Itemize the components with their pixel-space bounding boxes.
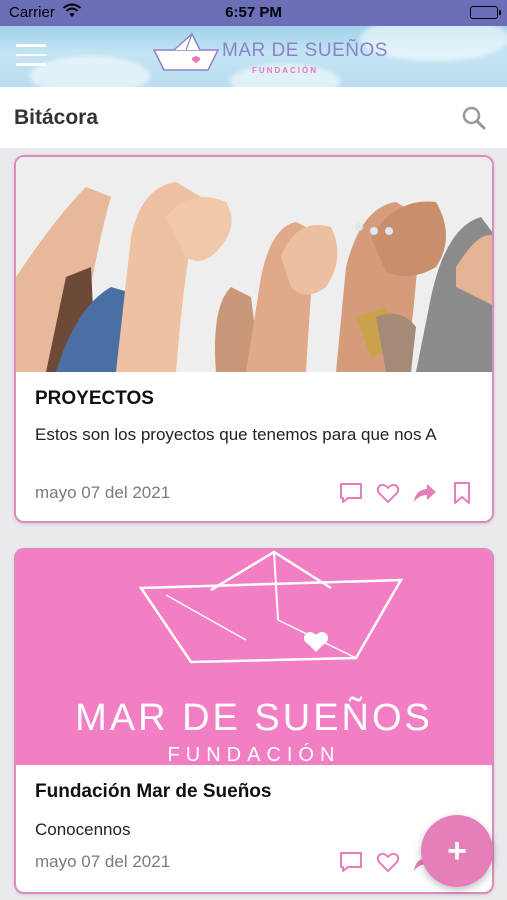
comment-icon[interactable] <box>339 481 363 505</box>
title-bar: Bitácora <box>0 87 507 148</box>
share-icon[interactable] <box>413 481 437 505</box>
paper-boat-icon <box>152 32 220 71</box>
clock: 6:57 PM <box>225 4 282 21</box>
logo-title: MAR DE SUEÑOS <box>222 40 388 61</box>
comment-icon[interactable] <box>339 850 363 874</box>
post-excerpt: Estos son los proyectos que tenemos para… <box>35 425 437 444</box>
post-title: Fundación Mar de Sueños <box>35 781 272 802</box>
hamburger-menu-icon[interactable] <box>16 44 46 68</box>
battery-icon <box>470 6 501 19</box>
post-card[interactable]: PROYECTOS Estos son los proyectos que te… <box>14 155 494 523</box>
app-logo: MAR DE SUEÑOS FUNDACIÓN <box>152 32 387 82</box>
logo-subtitle: FUNDACIÓN <box>252 66 318 75</box>
post-image-hands <box>16 157 492 372</box>
post-actions <box>339 481 474 505</box>
post-date: mayo 07 del 2021 <box>35 483 171 502</box>
post-date: mayo 07 del 2021 <box>35 852 171 871</box>
heart-icon[interactable] <box>376 850 400 874</box>
search-icon[interactable] <box>461 105 487 131</box>
add-post-button[interactable]: + <box>421 815 493 887</box>
post-excerpt: Conocennos <box>35 820 131 839</box>
image-brand-title: MAR DE SUEÑOS <box>75 697 433 739</box>
heart-icon[interactable] <box>376 481 400 505</box>
bookmark-icon[interactable] <box>450 481 474 505</box>
post-image-brand: MAR DE SUEÑOS FUNDACIÓN <box>16 550 492 765</box>
page-title: Bitácora <box>14 106 99 129</box>
status-bar: Carrier 6:57 PM <box>0 0 507 26</box>
image-brand-subtitle: FUNDACIÓN <box>167 744 341 765</box>
app-header: MAR DE SUEÑOS FUNDACIÓN <box>0 26 507 87</box>
post-title: PROYECTOS <box>35 388 154 409</box>
